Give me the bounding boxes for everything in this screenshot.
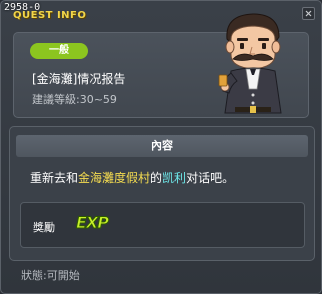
- quest-status: 狀態:可開始: [21, 267, 80, 283]
- npc-link: 凯利: [162, 171, 187, 185]
- window-title: QUEST INFO: [13, 10, 87, 21]
- close-icon: [305, 10, 312, 17]
- reward-box: 獎勵 EXP: [20, 202, 305, 248]
- description-text: 的: [150, 171, 163, 185]
- quest-title: [金海灘]情况报告: [32, 72, 126, 86]
- description-text: 重新去和: [30, 171, 79, 185]
- description-text: 对话吧。: [186, 171, 235, 185]
- location-link: 金海灘度假村: [78, 171, 151, 185]
- exp-reward-icon: EXP: [76, 213, 110, 233]
- status-value: 可開始: [46, 269, 80, 282]
- level-label: 建議等級:: [32, 93, 80, 106]
- close-button[interactable]: [302, 7, 315, 20]
- npc-portrait: [218, 13, 282, 114]
- quest-description: 重新去和金海灘度假村的凯利对话吧。: [30, 169, 234, 186]
- quest-content-panel: 內容 重新去和金海灘度假村的凯利对话吧。 獎勵 EXP: [9, 126, 315, 261]
- status-label: 狀態:: [21, 269, 47, 282]
- category-badge: 一般: [30, 43, 88, 59]
- quest-info-window: 2958-0 QUEST INFO 一般 [金海灘]情况报告 建議等級:30~5…: [0, 0, 322, 294]
- reward-label: 獎勵: [33, 221, 55, 234]
- level-range: 30~59: [79, 93, 117, 106]
- content-section-header: 內容: [16, 135, 308, 157]
- recommended-level: 建議等級:30~59: [32, 91, 117, 107]
